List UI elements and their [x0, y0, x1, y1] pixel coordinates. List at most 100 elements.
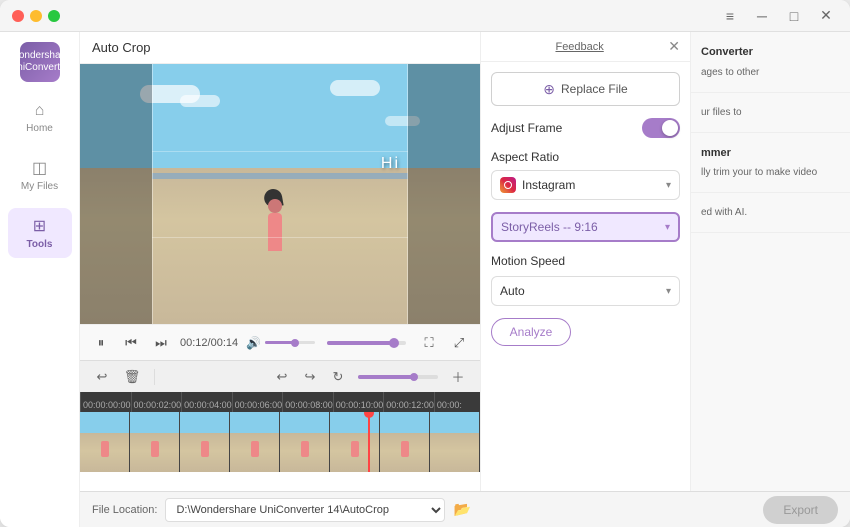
promo-desc-3: ed with AI.: [701, 207, 747, 218]
skip-forward-button[interactable]: ⏭: [150, 332, 172, 354]
promo-panel: Converter ages to other ur files to mmer…: [690, 32, 850, 491]
ruler-mark-6: 00:00:12:00: [383, 392, 434, 412]
zoom-thumb: [410, 373, 418, 381]
adjust-frame-toggle[interactable]: [642, 118, 680, 138]
promo-title-2: mmer: [701, 145, 840, 162]
timeline-playhead: [368, 412, 370, 472]
video-frame: Hi: [80, 64, 480, 324]
volume-thumb: [291, 339, 299, 347]
skip-back-button[interactable]: ⏮: [120, 332, 142, 354]
timeline-track[interactable]: [80, 412, 480, 472]
app-logo: Wondershare UniConverter: [20, 42, 60, 82]
main-window: ≡ ─ □ ✕ Wondershare UniConverter ⌂ Home …: [0, 0, 850, 527]
analyze-button[interactable]: Analyze: [491, 318, 571, 346]
title-bar-left: [12, 10, 60, 22]
timeline-ruler: 00:00:00:00 00:00:02:00 00:00:04:00 00:0…: [80, 392, 480, 412]
crop-guide-vertical: [152, 64, 408, 324]
timeline-thumb-2: [180, 412, 230, 472]
sub-ratio-value: StoryReels -- 9:16: [501, 220, 598, 234]
ruler-mark-4: 00:00:08:00: [282, 392, 333, 412]
video-overlay-left: [80, 64, 152, 324]
timeline-thumb-3: [230, 412, 280, 472]
instagram-icon: [500, 177, 516, 193]
logo-letter: Wondershare UniConverter: [10, 50, 70, 74]
instagram-option: Instagram: [500, 177, 575, 193]
sidebar-item-tools[interactable]: ⊞ Tools: [8, 208, 72, 258]
export-button[interactable]: Export: [763, 496, 838, 524]
thumb-figure-4: [301, 441, 309, 457]
thumb-figure-3: [251, 441, 259, 457]
menu-button[interactable]: ≡: [718, 4, 742, 28]
ruler-mark-1: 00:00:02:00: [131, 392, 182, 412]
fullscreen-button[interactable]: ⤢: [448, 332, 470, 354]
fit-screen-button[interactable]: ⛶: [418, 332, 440, 354]
aspect-ratio-chevron: ▾: [666, 180, 671, 191]
motion-speed-label: Motion Speed: [491, 254, 680, 268]
timeline-thumb-4: [280, 412, 330, 472]
aspect-ratio-row: Aspect Ratio: [491, 150, 680, 164]
ruler-marks: 00:00:00:00 00:00:02:00 00:00:04:00 00:0…: [80, 392, 480, 412]
sidebar-item-my-files[interactable]: ◫ My Files: [8, 150, 72, 200]
volume-control: 🔊: [246, 336, 315, 350]
timeline-thumb-5: [330, 412, 380, 472]
instagram-icon-inner: [504, 181, 512, 189]
panel-close-button[interactable]: ✕: [668, 38, 680, 55]
video-overlay-right: [408, 64, 480, 324]
undo-button[interactable]: ↩: [270, 365, 294, 389]
folder-button[interactable]: 📂: [453, 501, 470, 518]
aspect-ratio-label: Aspect Ratio: [491, 150, 559, 164]
sub-ratio-dropdown[interactable]: StoryReels -- 9:16 ▾: [491, 212, 680, 242]
timeline-thumb-0: [80, 412, 130, 472]
file-path-select[interactable]: D:\Wondershare UniConverter 14\AutoCrop: [165, 498, 445, 522]
progress-bar[interactable]: [327, 341, 406, 345]
aspect-ratio-section: Aspect Ratio Instagram ▾: [491, 150, 680, 200]
redo-button[interactable]: ↪: [298, 365, 322, 389]
thumb-figure-5: [351, 441, 359, 457]
minimize-button[interactable]: ─: [750, 4, 774, 28]
promo-desc-1: ur files to: [701, 107, 742, 118]
pause-button[interactable]: ⏸: [90, 332, 112, 354]
sidebar-home-label: Home: [26, 123, 53, 134]
ruler-mark-2: 00:00:04:00: [181, 392, 232, 412]
timeline-toolbar: ↩ 🗑 ↩ ↪ ↻ ＋: [80, 360, 480, 392]
volume-fill: [265, 341, 295, 344]
ruler-mark-7: 00:00:: [434, 392, 480, 412]
panel-content: ⊕ Replace File Adjust Frame: [481, 62, 690, 491]
maximize-window-button[interactable]: [48, 10, 60, 22]
minimize-window-button[interactable]: [30, 10, 42, 22]
delete-button[interactable]: 🗑: [120, 365, 144, 389]
close-window-button[interactable]: [12, 10, 24, 22]
autocrop-settings-panel: Feedback ✕ ⊕ Replace File Adjust Frame: [480, 32, 690, 491]
progress-thumb: [389, 338, 399, 348]
video-preview: Hi: [80, 64, 480, 324]
maximize-button[interactable]: □: [782, 4, 806, 28]
aspect-ratio-dropdown[interactable]: Instagram ▾: [491, 170, 680, 200]
adjust-frame-row: Adjust Frame: [491, 118, 680, 138]
replace-file-button[interactable]: ⊕ Replace File: [491, 72, 680, 106]
undo-toolbar-button[interactable]: ↩: [90, 365, 114, 389]
progress-fill: [327, 341, 394, 345]
volume-bar[interactable]: [265, 341, 315, 344]
adjust-frame-label: Adjust Frame: [491, 121, 562, 135]
content-area: Auto Crop: [80, 32, 850, 527]
video-panel: Auto Crop: [80, 32, 480, 491]
tools-icon: ⊞: [33, 216, 46, 236]
timeline-thumb-7: [430, 412, 480, 472]
zoom-fill: [358, 375, 414, 379]
sidebar-item-home[interactable]: ⌂ Home: [8, 94, 72, 142]
add-timeline-button[interactable]: ＋: [446, 365, 470, 389]
feedback-link[interactable]: Feedback: [555, 41, 603, 53]
autocrop-header: Auto Crop: [80, 32, 480, 64]
close-button[interactable]: ✕: [814, 4, 838, 28]
motion-speed-dropdown[interactable]: Auto ▾: [491, 276, 680, 306]
promo-item-3: ed with AI.: [691, 193, 850, 233]
promo-item-1: ur files to: [691, 93, 850, 133]
replace-icon: ⊕: [543, 81, 555, 98]
sidebar-files-label: My Files: [21, 181, 58, 192]
zoom-slider[interactable]: [358, 375, 438, 379]
ruler-mark-5: 00:00:10:00: [333, 392, 384, 412]
window-controls: [12, 10, 60, 22]
timeline-thumbnails: [80, 412, 480, 472]
redo2-button[interactable]: ↻: [326, 365, 350, 389]
bottom-bar: File Location: D:\Wondershare UniConvert…: [80, 491, 850, 527]
